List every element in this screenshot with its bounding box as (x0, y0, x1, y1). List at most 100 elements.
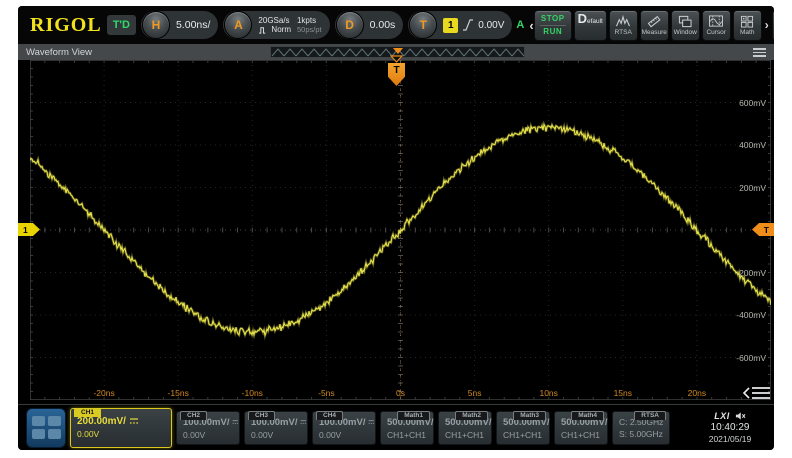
horizontal-knob[interactable]: H (142, 11, 170, 39)
rising-edge-icon (462, 18, 474, 32)
acquire-knob[interactable]: A (224, 11, 252, 39)
toolbar-scroll-right-icon[interactable]: › (765, 18, 769, 32)
time-label: 20ns (688, 388, 706, 398)
channel-box-ch1[interactable]: CH1 200.00mV/ 0.00V (70, 408, 172, 448)
run-label: RUN (543, 27, 562, 37)
trigger-position-hollow-icon[interactable] (390, 55, 403, 63)
dc-coupling-icon (129, 417, 139, 425)
math1-tab: Math1 (397, 411, 430, 420)
ch2-offset: 0.00V (183, 430, 239, 440)
math2-tab: Math2 (455, 411, 488, 420)
spectrum-icon (615, 15, 631, 28)
trigger-source-badge[interactable]: 1 (443, 18, 458, 33)
trigger-status-badge: T'D (107, 15, 136, 35)
default-button[interactable]: D efault (574, 10, 607, 41)
channel-box-ch2[interactable]: CH2 100.00mV/ 0.00V (176, 411, 240, 445)
rtsa-label: RTSA (615, 29, 632, 36)
voltage-label: -600mV (736, 353, 766, 363)
mode-switch-button[interactable] (772, 10, 774, 41)
ch4-tab: CH4 (316, 411, 343, 420)
measure-button[interactable]: Measure (640, 10, 669, 41)
math4-expression: CH1+CH1 (561, 430, 607, 440)
delay-group[interactable]: D 0.00s (335, 11, 404, 39)
stop-run-divider (540, 25, 566, 26)
default-label-small: efault (587, 18, 603, 25)
top-toolbar: RIGOL T'D H 5.00ns/ A 20GSa/s Norm 1kpts… (18, 6, 774, 44)
trigger-group[interactable]: T 1 0.00V (408, 11, 512, 39)
time-label: -10ns (242, 388, 263, 398)
window-label: Window (674, 29, 697, 36)
speaker-muted-icon[interactable] (735, 411, 746, 421)
math-box-2[interactable]: Math2 500.00mV/ CH1+CH1 (438, 411, 492, 445)
trigger-auto-indicator: A (516, 19, 524, 31)
cursor-button[interactable]: Cursor (702, 10, 731, 41)
ch3-tab: CH3 (248, 411, 275, 420)
waveform-menu-icon[interactable] (753, 48, 766, 57)
ch1-tab: CH1 (74, 408, 101, 417)
math-box-1[interactable]: Math1 500.00mV/ CH1+CH1 (380, 411, 434, 445)
trigger-level-value: 0.00V (478, 20, 504, 31)
ch1-scale: 200.00mV/ (77, 416, 126, 427)
sample-rate: 20GSa/s (258, 16, 291, 25)
voltage-label: 200mV (739, 183, 766, 193)
windows-icon (677, 15, 693, 28)
system-time: 10:40:29 (694, 422, 766, 433)
voltage-label: -200mV (736, 268, 766, 278)
stop-label: STOP (541, 14, 565, 24)
window-button[interactable]: Window (671, 10, 700, 41)
grid-collapse-menu-icon[interactable] (742, 385, 774, 401)
trigger-knob[interactable]: T (409, 11, 437, 39)
waveform-view-title: Waveform View (26, 47, 92, 58)
time-resolution: 50ps/pt (297, 25, 322, 34)
time-label: 0s (396, 388, 405, 398)
time-label: 5ns (468, 388, 482, 398)
cursor-label: Cursor (706, 29, 726, 36)
ch2-tab: CH2 (180, 411, 207, 420)
cursor-icon (708, 15, 724, 28)
stop-run-button[interactable]: STOP RUN (534, 10, 572, 41)
rtsa-span: S: 5.00GHz (619, 429, 669, 439)
time-label: -5ns (318, 388, 335, 398)
pulse-icon (258, 26, 269, 34)
math1-expression: CH1+CH1 (387, 430, 433, 440)
oscilloscope-screen: RIGOL T'D H 5.00ns/ A 20GSa/s Norm 1kpts… (18, 6, 774, 450)
memory-depth: 1kpts (297, 16, 322, 26)
ch3-offset: 0.00V (251, 430, 307, 440)
rtsa-box[interactable]: RTSA C: 2.50GHz S: 5.00GHz (612, 411, 670, 445)
toolbar-buttons: STOP RUN D efault RTSA Measure Window (534, 10, 774, 41)
ch1-offset: 0.00V (77, 429, 171, 439)
dc-coupling-icon (368, 418, 375, 426)
voltage-label: 600mV (739, 98, 766, 108)
channel-box-ch4[interactable]: CH4 100.00mV/ 0.00V (312, 411, 376, 445)
time-label: 10ns (539, 388, 557, 398)
status-bar: CH1 200.00mV/ 0.00V CH2 100.00mV/ 0.00V … (18, 404, 774, 450)
horizontal-scale-group[interactable]: H 5.00ns/ (141, 11, 218, 39)
rigol-logo: RIGOL (30, 15, 102, 35)
voltage-label: -400mV (736, 310, 766, 320)
channel-box-ch3[interactable]: CH3 100.00mV/ 0.00V (244, 411, 308, 445)
delay-knob[interactable]: D (336, 11, 364, 39)
math-label: Math (740, 29, 754, 36)
acquire-mode: Norm (271, 25, 291, 34)
memory-depth-info: 1kpts 50ps/pt (297, 16, 322, 35)
rtsa-button[interactable]: RTSA (609, 10, 638, 41)
waveform-grid[interactable]: 600mV400mV200mV-200mV-400mV-600mV -20ns-… (30, 60, 771, 400)
ruler-icon (646, 15, 662, 28)
rtsa-tab: RTSA (634, 411, 666, 420)
clock-block: LXI 10:40:29 2021/05/19 (694, 411, 766, 444)
acquire-group[interactable]: A 20GSa/s Norm 1kpts 50ps/pt (223, 11, 329, 39)
time-label: 15ns (614, 388, 632, 398)
window-layout-button[interactable] (26, 408, 66, 448)
default-label-big: D (578, 11, 587, 26)
trigger-position-indicator-icon[interactable] (393, 48, 403, 54)
dc-coupling-icon (300, 418, 307, 426)
math-box-3[interactable]: Math3 500.00mV/ CH1+CH1 (496, 411, 550, 445)
math-button[interactable]: Math (733, 10, 762, 41)
acquire-info: 20GSa/s Norm (258, 16, 291, 34)
lxi-badge: LXI (714, 411, 730, 421)
math3-tab: Math3 (513, 411, 546, 420)
system-date: 2021/05/19 (694, 434, 766, 444)
dc-coupling-icon (232, 418, 239, 426)
math2-expression: CH1+CH1 (445, 430, 491, 440)
math-box-4[interactable]: Math4 500.00mV/ CH1+CH1 (554, 411, 608, 445)
